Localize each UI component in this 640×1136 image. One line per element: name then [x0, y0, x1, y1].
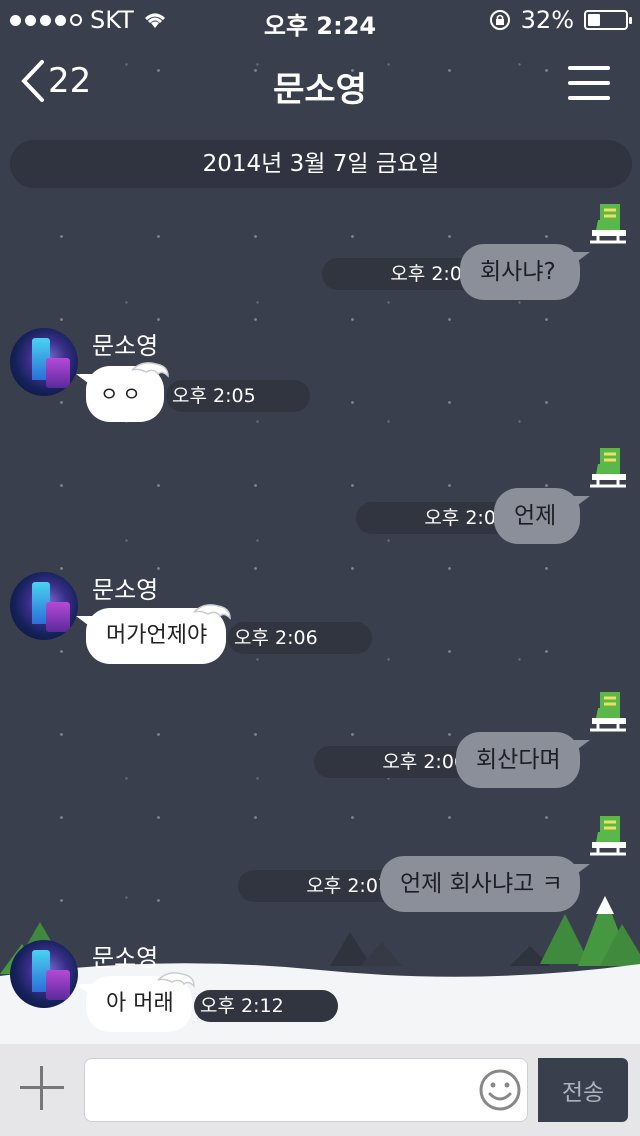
menu-icon[interactable]	[568, 66, 610, 102]
avatar[interactable]	[10, 328, 78, 396]
plus-icon[interactable]	[20, 1066, 64, 1110]
battery-icon	[584, 10, 632, 30]
sender-name: 문소영	[92, 944, 159, 972]
snow-cap-decoration	[157, 972, 195, 988]
snow-cap-decoration	[193, 604, 231, 620]
message-bubble-outgoing[interactable]: 회산다며	[456, 732, 590, 788]
message-bubble-outgoing[interactable]: 언제	[494, 488, 590, 544]
ice-skate-icon	[590, 204, 626, 244]
status-right: 32%	[489, 6, 632, 34]
message-input-bar: 전송	[0, 1044, 640, 1136]
message-time: 오후 2:06	[228, 622, 372, 654]
chat-title: 문소영	[273, 70, 367, 110]
ice-skate-icon	[590, 448, 626, 488]
date-divider: 2014년 3월 7일 금요일	[10, 140, 632, 188]
message-input[interactable]	[84, 1058, 528, 1122]
message-time: 오후 2:07	[238, 870, 400, 902]
battery-percent: 32%	[520, 6, 574, 34]
status-bar: SKT 오후 2:24 32%	[0, 0, 640, 40]
avatar[interactable]	[10, 940, 78, 1008]
avatar[interactable]	[10, 572, 78, 640]
message-time: 오후 2:05	[166, 380, 310, 412]
snow-cap-decoration	[131, 362, 169, 378]
message-time: 오후 2:06	[314, 746, 476, 778]
ice-skate-icon	[590, 692, 626, 732]
rotation-lock-icon	[489, 10, 510, 30]
chat-header: 22 문소영	[0, 46, 640, 122]
message-time: 오후 2:12	[194, 990, 338, 1022]
message-bubble-outgoing[interactable]: 언제 회사냐고 ㅋ	[380, 856, 590, 912]
emoticon-icon[interactable]	[478, 1068, 522, 1112]
sender-name: 문소영	[92, 332, 159, 360]
sender-name: 문소영	[92, 576, 159, 604]
send-button[interactable]: 전송	[538, 1058, 628, 1122]
ice-skate-icon	[590, 816, 626, 856]
message-bubble-outgoing[interactable]: 회사냐?	[460, 244, 590, 300]
